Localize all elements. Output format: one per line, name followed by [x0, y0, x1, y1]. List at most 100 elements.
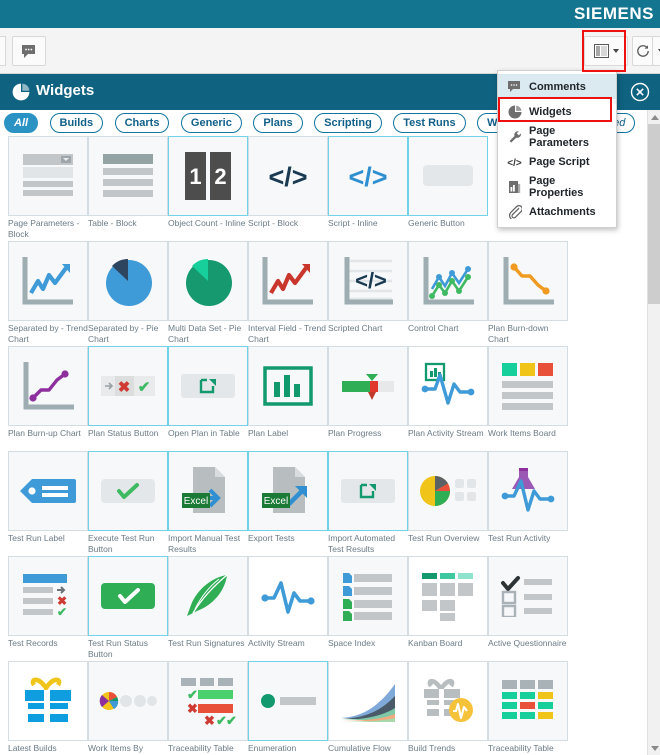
- widget-card-plan-label[interactable]: Plan Label: [248, 346, 328, 439]
- widget-card-test-run-signatures[interactable]: Test Run Signatures: [168, 556, 248, 649]
- widget-card-test-run-label[interactable]: Test Run Label: [8, 451, 88, 544]
- widget-card-activity-stream[interactable]: Activity Stream: [248, 556, 328, 649]
- scroll-up-button[interactable]: [648, 110, 660, 124]
- widget-card-open-plan-in-table[interactable]: Open Plan in Table: [168, 346, 248, 439]
- open-in-table-icon: [340, 478, 396, 504]
- filter-chip-test-runs[interactable]: Test Runs: [393, 113, 465, 133]
- widget-label: Open Plan in Table: [168, 428, 250, 439]
- widget-card-generic-button[interactable]: Generic Button: [408, 136, 488, 229]
- widget-card-enumeration[interactable]: Enumeration: [248, 661, 328, 754]
- plan-status-button-icon: ✖ ✔: [100, 375, 156, 397]
- widget-card-control-chart[interactable]: Control Chart: [408, 241, 488, 334]
- widget-thumbnail: [248, 661, 328, 741]
- widget-card-test-run-activity[interactable]: Test Run Activity: [488, 451, 568, 544]
- widget-thumbnail: </>: [248, 136, 328, 216]
- widget-card-plan-activity-stream[interactable]: Plan Activity Stream: [408, 346, 488, 439]
- menu-item-label: Page Script: [529, 156, 590, 168]
- cumulative-flow-icon: [337, 678, 399, 724]
- siemens-brand-band: SIEMENS: [0, 0, 660, 28]
- widget-card-cumulative-flow[interactable]: Cumulative Flow: [328, 661, 408, 754]
- widget-card-scripted-chart[interactable]: </> Scripted Chart: [328, 241, 408, 334]
- widget-card-object-count-inline[interactable]: 1 2 Object Count - Inline: [168, 136, 248, 229]
- widget-card-kanban-board[interactable]: Kanban Board: [408, 556, 488, 649]
- widget-card-plan-burn-down-chart[interactable]: Plan Burn-down Chart: [488, 241, 568, 344]
- comments-toolbar-button[interactable]: [12, 36, 46, 66]
- widget-card-page-parameters-block[interactable]: Page Parameters - Block: [8, 136, 88, 239]
- menu-item-widgets[interactable]: Widgets: [498, 99, 616, 124]
- widget-card-execute-test-run-button[interactable]: Execute Test Run Button: [88, 451, 168, 554]
- trend-chart-red-icon: [258, 253, 318, 309]
- widget-card-script-block[interactable]: </> Script - Block: [248, 136, 328, 229]
- widget-card-latest-builds[interactable]: Latest Builds: [8, 661, 88, 754]
- svg-text:2: 2: [214, 164, 226, 189]
- widget-card-traceability-table-grid[interactable]: Traceability Table: [488, 661, 568, 754]
- widget-label: Plan Activity Stream: [408, 428, 490, 439]
- filter-chip-scripting[interactable]: Scripting: [314, 113, 382, 133]
- application-toolbar: [0, 28, 660, 74]
- widget-card-space-index[interactable]: Space Index: [328, 556, 408, 649]
- widget-label: Traceability Table: [168, 743, 250, 754]
- filter-chip-plans[interactable]: Plans: [253, 113, 302, 133]
- menu-item-comments[interactable]: Comments: [498, 74, 616, 99]
- menu-item-label: Comments: [529, 81, 586, 93]
- refresh-options-button[interactable]: [652, 36, 660, 66]
- widget-card-script-inline[interactable]: </> Script - Inline: [328, 136, 408, 229]
- widget-label: Kanban Board: [408, 638, 490, 649]
- widget-row: Latest Builds Work Items By: [0, 661, 648, 755]
- widget-card-multi-data-set-pie-chart[interactable]: Multi Data Set - Pie Chart: [168, 241, 248, 344]
- widget-card-work-items-by[interactable]: Work Items By: [88, 661, 168, 754]
- widget-card-import-manual-test-results[interactable]: Excel Import Manual Test Results: [168, 451, 248, 554]
- widget-card-plan-burn-up-chart[interactable]: Plan Burn-up Chart: [8, 346, 88, 439]
- widget-label: Page Parameters - Block: [8, 218, 90, 239]
- widget-card-interval-field-trend-chart[interactable]: Interval Field - Trend Chart: [248, 241, 328, 344]
- widget-label: Separated by - Trend Chart: [8, 323, 90, 344]
- widget-thumbnail: [168, 346, 248, 426]
- widget-card-test-records[interactable]: ✖ ✔ Test Records: [8, 556, 88, 649]
- widget-gallery-grid[interactable]: Page Parameters - Block Table - Block 1: [0, 136, 648, 755]
- svg-text:✖: ✖: [204, 713, 215, 726]
- test-records-icon: ✖ ✔: [20, 571, 76, 621]
- widget-label: Generic Button: [408, 218, 490, 229]
- views-dropdown-menu[interactable]: Comments Widgets Page Parameters </> Pag…: [497, 70, 617, 228]
- comment-bubble-icon: [21, 44, 38, 59]
- scrollbar-thumb[interactable]: [648, 124, 660, 304]
- svg-text:✖: ✖: [187, 701, 198, 716]
- filter-chip-generic[interactable]: Generic: [181, 113, 242, 133]
- filter-chip-charts[interactable]: Charts: [115, 113, 170, 133]
- widget-thumbnail: [488, 661, 568, 741]
- filter-chip-builds[interactable]: Builds: [50, 113, 104, 133]
- widget-card-test-run-overview[interactable]: Test Run Overview: [408, 451, 488, 544]
- widget-thumbnail: [408, 556, 488, 636]
- widget-card-build-trends[interactable]: Build Trends: [408, 661, 488, 754]
- widget-thumbnail: [168, 556, 248, 636]
- widget-thumbnail: [328, 451, 408, 531]
- refresh-toolbar-button[interactable]: [632, 36, 654, 66]
- svg-text:✔: ✔: [226, 713, 237, 726]
- test-run-overview-icon: [418, 469, 478, 513]
- filter-chip-all[interactable]: All: [4, 113, 38, 133]
- widget-thumbnail: [8, 451, 88, 531]
- widget-label: Enumeration: [248, 743, 330, 754]
- widget-card-export-tests[interactable]: Excel Export Tests: [248, 451, 328, 544]
- widget-thumbnail: [88, 556, 168, 636]
- menu-item-page-script[interactable]: </> Page Script: [498, 149, 616, 174]
- menu-item-attachments[interactable]: Attachments: [498, 199, 616, 224]
- widget-card-traceability-table[interactable]: ✔ ✖ ✖ ✔ ✔ Traceability Table: [168, 661, 248, 754]
- widget-card-plan-progress[interactable]: Plan Progress: [328, 346, 408, 439]
- widget-card-table-block[interactable]: Table - Block: [88, 136, 168, 229]
- widget-card-separated-by-trend-chart[interactable]: Separated by - Trend Chart: [8, 241, 88, 344]
- widget-card-test-run-status-button[interactable]: Test Run Status Button: [88, 556, 168, 659]
- views-toolbar-button[interactable]: [584, 36, 628, 66]
- menu-item-page-parameters[interactable]: Page Parameters: [498, 124, 616, 149]
- menu-item-page-properties[interactable]: Page Properties: [498, 174, 616, 199]
- scroll-down-button[interactable]: [648, 741, 660, 755]
- widget-card-work-items-board[interactable]: Work Items Board: [488, 346, 568, 439]
- widget-card-plan-status-button[interactable]: ✖ ✔ Plan Status Button: [88, 346, 168, 439]
- widget-card-active-questionnaire[interactable]: Active Questionnaire: [488, 556, 568, 649]
- close-circle-icon[interactable]: [630, 82, 650, 102]
- widget-card-separated-by-pie-chart[interactable]: Separated by - Pie Chart: [88, 241, 168, 344]
- widget-panel-scrollbar[interactable]: [647, 110, 660, 755]
- widget-thumbnail: ✖ ✔: [8, 556, 88, 636]
- toolbar-left-partial-button[interactable]: [0, 36, 6, 66]
- widget-card-import-automated-test-results[interactable]: Import Automated Test Results: [328, 451, 408, 554]
